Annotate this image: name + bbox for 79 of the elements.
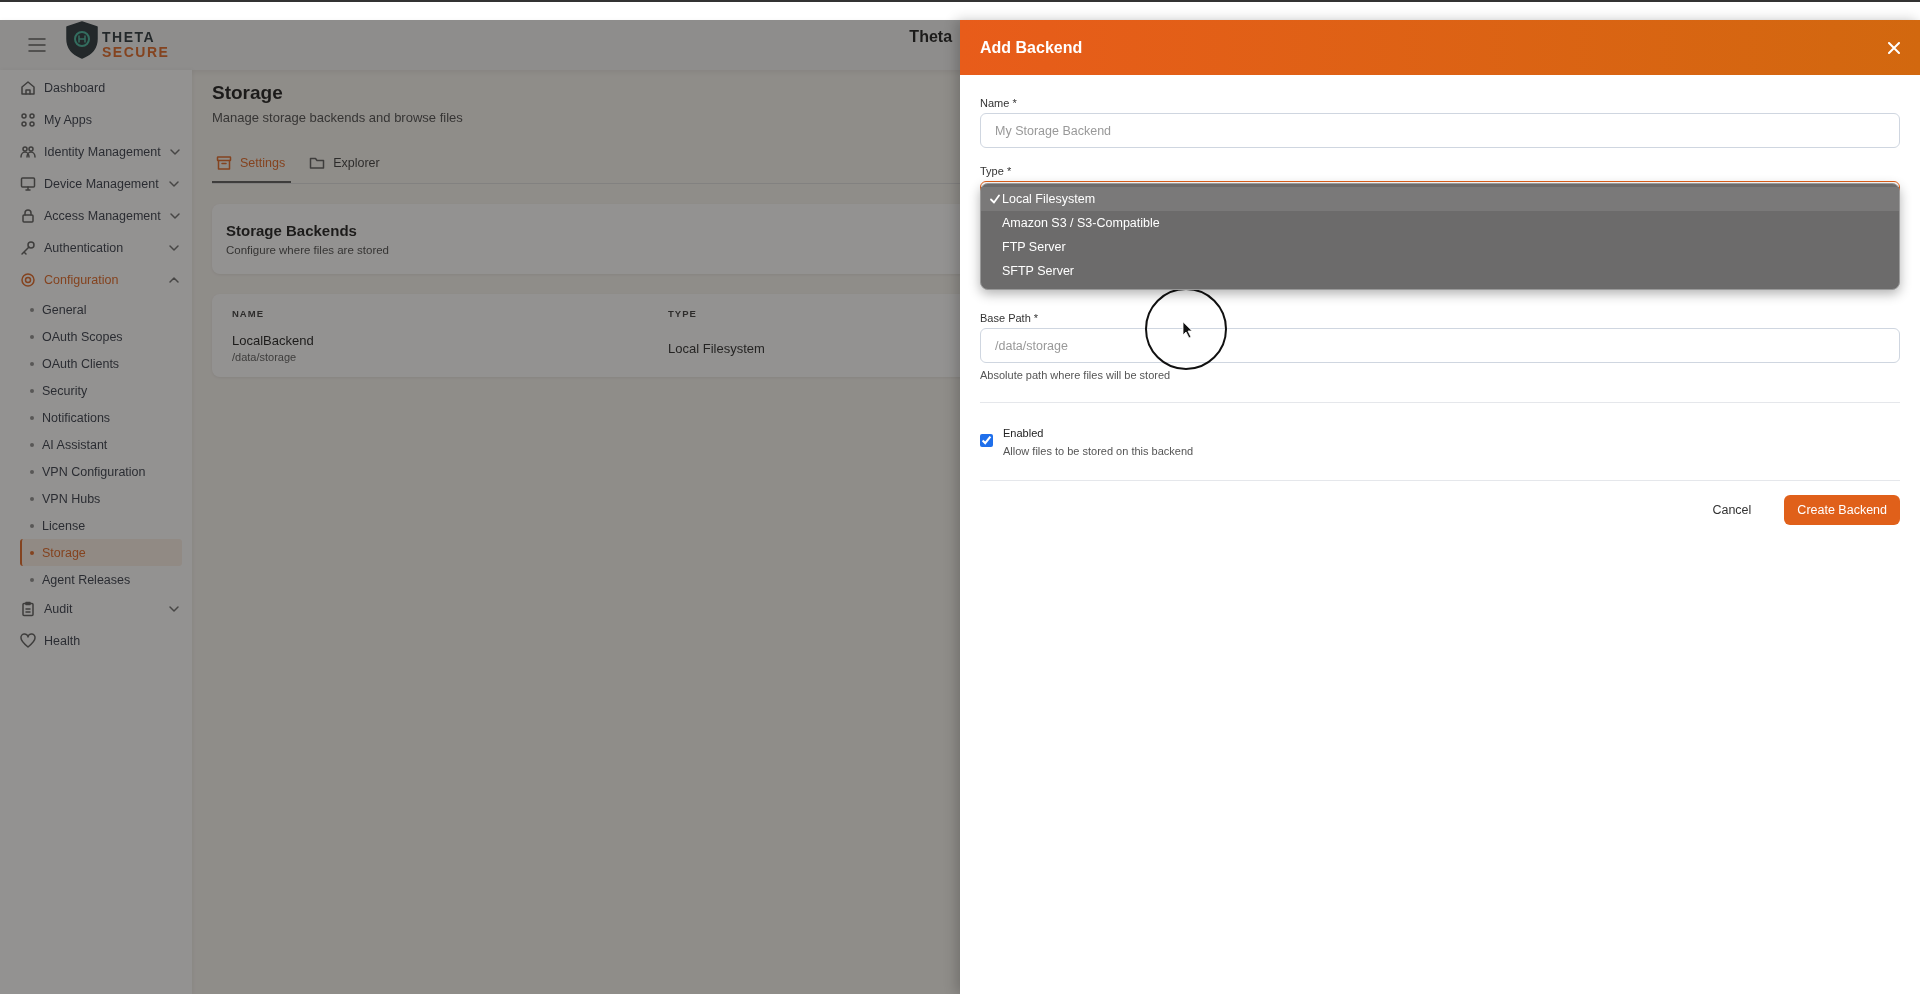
app-title: Theta: [909, 28, 953, 46]
column-header: NAME: [232, 308, 264, 319]
bullet-icon: [30, 577, 34, 582]
bullet-icon: [30, 469, 34, 474]
nav-subitem[interactable]: Notifications: [20, 404, 182, 431]
nav-item[interactable]: Identity Management: [0, 136, 192, 168]
tab[interactable]: Explorer: [305, 147, 386, 183]
chevron-down-icon: [168, 178, 180, 190]
nav-item[interactable]: Authentication: [0, 232, 192, 264]
nav-item[interactable]: Audit: [0, 593, 192, 625]
chevron-up-icon: [168, 274, 180, 286]
nav-subitem[interactable]: VPN Configuration: [20, 458, 182, 485]
nav-subitem[interactable]: OAuth Clients: [20, 350, 182, 377]
nav-subitem[interactable]: AI Assistant: [20, 431, 182, 458]
folder-icon: [309, 155, 326, 171]
bullet-icon: [30, 442, 34, 447]
nav-subitem[interactable]: License: [20, 512, 182, 539]
nav-item[interactable]: Access Management: [0, 200, 192, 232]
dropdown-option[interactable]: Amazon S3 / S3-Compatible: [981, 211, 1899, 235]
users-icon: [20, 144, 36, 160]
key-icon: [20, 240, 36, 256]
field-hint: Absolute path where files will be stored: [980, 369, 1172, 381]
nav-item[interactable]: Device Management: [0, 168, 192, 200]
create-button[interactable]: Create Backend: [1784, 495, 1900, 525]
logo-text: THETA: [102, 30, 157, 45]
dropdown-option[interactable]: FTP Server: [981, 235, 1899, 259]
home-icon: [20, 80, 36, 96]
checkbox-description: Allow files to be stored on this backend: [1003, 445, 1194, 457]
nav-subitem[interactable]: General: [20, 296, 182, 323]
nav-subitem[interactable]: Security: [20, 377, 182, 404]
field-label: Name *: [980, 97, 1018, 109]
monitor-icon: [20, 176, 36, 192]
card-title: Storage Backends: [226, 222, 357, 239]
shield-logo-icon: [66, 21, 98, 59]
nav-subitem[interactable]: VPN Hubs: [20, 485, 182, 512]
bullet-icon: [30, 334, 34, 339]
page-subtitle: Manage storage backends and browse files: [212, 110, 463, 125]
archive-icon: [216, 155, 232, 171]
column-header: TYPE: [668, 308, 697, 319]
table-cell: /data/storage: [232, 351, 297, 363]
panel-title: Add Backend: [980, 38, 1083, 57]
chevron-down-icon: [168, 210, 181, 222]
bullet-icon: [30, 388, 34, 393]
dropdown-option[interactable]: SFTP Server: [981, 259, 1899, 283]
bullet-icon: [30, 550, 34, 555]
logo-text: SECURE: [102, 45, 170, 60]
nav-item[interactable]: Health: [0, 625, 192, 657]
enabled-checkbox[interactable]: [980, 434, 993, 447]
heart-icon: [20, 633, 36, 649]
nav-item[interactable]: Dashboard: [0, 72, 192, 104]
check-icon: [990, 194, 1000, 204]
clipboard-icon: [20, 601, 36, 617]
table-cell: LocalBackend: [232, 333, 314, 348]
lock-icon: [20, 208, 36, 224]
dropdown-option[interactable]: Local Filesystem: [981, 187, 1899, 211]
base-path-input[interactable]: /data/storage: [980, 328, 1900, 363]
cancel-button[interactable]: Cancel: [1699, 495, 1765, 525]
checkbox-label: Enabled: [1003, 427, 1045, 439]
close-icon[interactable]: [1888, 41, 1900, 54]
bullet-icon: [30, 361, 34, 366]
bullet-icon: [30, 415, 34, 420]
page-title: Storage: [212, 82, 283, 104]
bullet-icon: [30, 523, 34, 528]
field-label: Type *: [980, 165, 1013, 177]
bullet-icon: [30, 496, 34, 501]
name-input[interactable]: My Storage Backend: [980, 113, 1900, 148]
nav-item[interactable]: My Apps: [0, 104, 192, 136]
bullet-icon: [30, 307, 34, 312]
chevron-down-icon: [168, 242, 180, 254]
nav-subitem[interactable]: Agent Releases: [20, 566, 182, 593]
nav-subitem[interactable]: OAuth Scopes: [20, 323, 182, 350]
menu-icon[interactable]: [28, 38, 46, 52]
table-cell: Local Filesystem: [668, 340, 765, 356]
field-label: Base Path *: [980, 312, 1040, 324]
chevron-down-icon: [168, 603, 180, 615]
chevron-down-icon: [168, 146, 181, 158]
grid-icon: [20, 112, 36, 128]
nav-item[interactable]: Configuration: [0, 264, 192, 296]
card-subtitle: Configure where files are stored: [226, 244, 389, 256]
